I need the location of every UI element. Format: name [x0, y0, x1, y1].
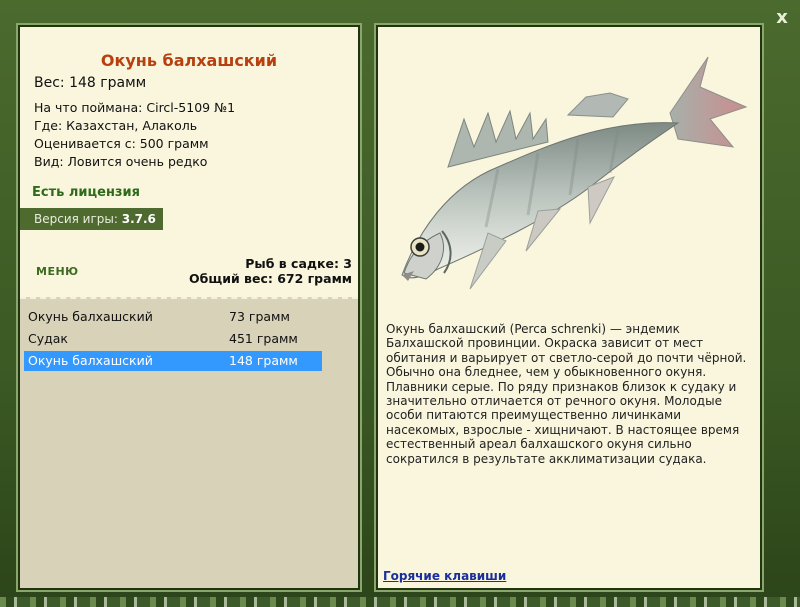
fish-weight: Вес: 148 грамм — [34, 75, 147, 91]
menu-button[interactable]: МЕНЮ — [36, 265, 79, 278]
version-label: Версия игры: — [34, 212, 118, 226]
fish-description: Окунь балхашский (Perca schrenki) — энде… — [386, 322, 747, 466]
keep-stats: Рыб в садке: 3 Общий вес: 672 грамм — [189, 256, 352, 286]
list-item[interactable]: Окунь балхашский 73 грамм — [24, 307, 322, 327]
close-button[interactable]: x — [772, 8, 792, 28]
version-bar: Версия игры: 3.7.6 — [20, 208, 163, 230]
fish-info: На что поймана: Circl-5109 №1 Где: Казах… — [34, 99, 235, 171]
item-weight: 148 грамм — [229, 353, 298, 368]
location: Где: Казахстан, Алаколь — [34, 118, 198, 133]
rarity: Вид: Ловится очень редко — [34, 154, 208, 169]
list-item[interactable]: Судак 451 грамм — [24, 329, 322, 349]
item-weight: 73 грамм — [229, 309, 290, 324]
catch-info-panel: Окунь балхашский Вес: 148 грамм На что п… — [16, 23, 362, 592]
item-weight: 451 грамм — [229, 331, 298, 346]
fish-description-panel: Окунь балхашский (Perca schrenki) — энде… — [374, 23, 764, 592]
list-item-selected[interactable]: Окунь балхашский 148 грамм — [24, 351, 322, 371]
item-name: Окунь балхашский — [28, 309, 153, 324]
item-name: Судак — [28, 331, 68, 346]
catch-list: Окунь балхашский 73 грамм Судак 451 грам… — [20, 297, 358, 588]
fish-title: Окунь балхашский — [100, 51, 278, 70]
license-status: Есть лицензия — [32, 185, 140, 200]
valued-from: Оценивается с: 500 грамм — [34, 136, 209, 151]
version-value: 3.7.6 — [121, 212, 156, 226]
keep-count: Рыб в садке: 3 — [245, 256, 352, 271]
perch-fish-image — [401, 56, 748, 290]
hotkeys-link[interactable]: Горячие клавиши — [383, 569, 506, 583]
item-name: Окунь балхашский — [28, 353, 153, 368]
caught-on: На что поймана: Circl-5109 №1 — [34, 100, 236, 115]
keep-total-weight: Общий вес: 672 грамм — [189, 271, 352, 286]
